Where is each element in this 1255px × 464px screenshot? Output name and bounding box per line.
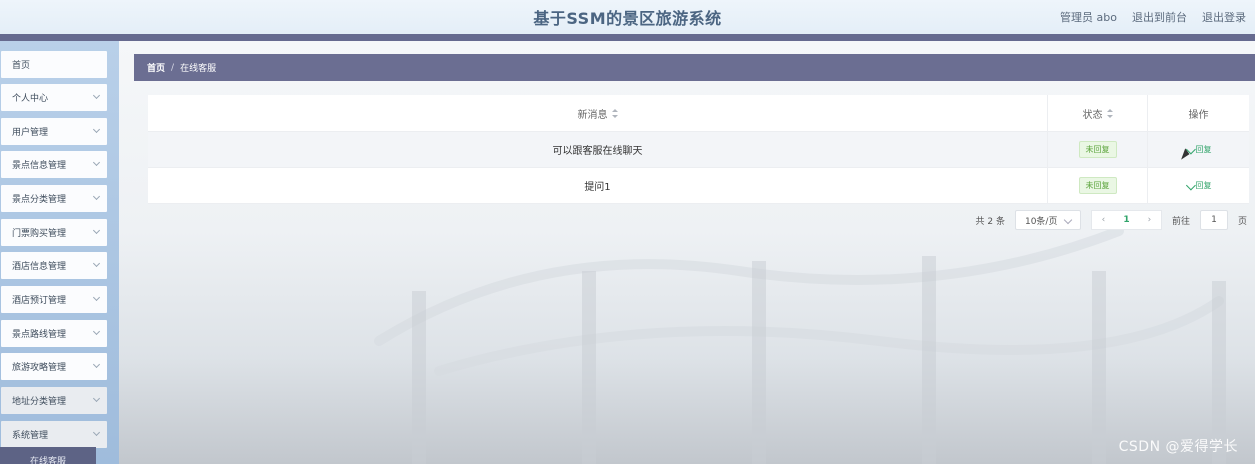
action-cell: 回复 [1148,132,1249,167]
column-header-action: 操作 [1148,95,1249,131]
sidebar-item-travel-guide[interactable]: 旅游攻略管理 [1,353,107,380]
status-badge: 未回复 [1078,141,1117,158]
sidebar-item-label: 酒店预订管理 [12,296,67,306]
column-header-label: 状态 [1082,109,1103,121]
back-to-front-link[interactable]: 退出到前台 [1132,9,1187,25]
sidebar-item-home[interactable]: 首页 [1,51,107,78]
sort-icon[interactable] [611,108,618,118]
header-divider [0,34,1255,41]
chevron-down-icon [92,293,101,302]
pagination: 共 2 条 10条/页 ‹ 1 › 前往 1 页 [976,210,1247,230]
header-links: 管理员 abo 退出到前台 退出登录 [1060,9,1246,25]
sidebar-item-label: 门票购买管理 [12,229,67,239]
sidebar-item-scenic-route[interactable]: 景点路线管理 [1,320,107,347]
sidebar-item-label: 旅游攻略管理 [12,363,67,373]
message-cell: 可以跟客服在线聊天 [148,132,1048,167]
sidebar-item-personal-center[interactable]: 个人中心 [1,84,107,111]
column-header-label: 操作 [1188,109,1209,121]
table-header-row: 新消息 状态 操作 [148,95,1249,132]
status-cell: 未回复 [1048,168,1148,203]
goto-page-input[interactable]: 1 [1199,210,1228,230]
page-number-current[interactable]: 1 [1115,215,1138,225]
reply-label: 回复 [1195,145,1212,154]
page-unit-label: 页 [1237,216,1247,227]
pagination-total: 共 2 条 [975,216,1005,227]
sidebar-item-hotel-info[interactable]: 酒店信息管理 [1,252,107,279]
column-header-status[interactable]: 状态 [1048,95,1148,131]
main-content: 首页 / 在线客服 新消息 状态 操作 可以跟客服在线聊天 未回复 回复 提问1… [119,41,1255,464]
logout-link[interactable]: 退出登录 [1202,9,1246,25]
page-size-value: 10条/页 [1024,216,1058,227]
chevron-down-icon [1063,215,1073,225]
chevron-down-icon [92,192,101,201]
breadcrumb-separator: / [171,62,175,73]
chevron-down-icon [92,428,101,437]
admin-user-link[interactable]: 管理员 abo [1060,9,1117,25]
reply-button[interactable]: 回复 [1185,180,1212,191]
chevron-down-icon [92,226,101,235]
table-row: 可以跟客服在线聊天 未回复 回复 [148,132,1249,168]
edit-icon [1185,180,1196,191]
sort-icon[interactable] [1106,108,1113,118]
sidebar-item-label: 景点路线管理 [12,330,67,340]
sidebar-item-scenic-info[interactable]: 景点信息管理 [1,151,107,178]
message-table: 新消息 状态 操作 可以跟客服在线聊天 未回复 回复 提问1 未回复 回复 [148,95,1249,204]
message-cell: 提问1 [148,168,1048,203]
sidebar: 首页 个人中心 用户管理 景点信息管理 景点分类管理 门票购买管理 酒店信息管理… [0,41,119,464]
column-header-message[interactable]: 新消息 [148,95,1048,131]
breadcrumb-current: 在线客服 [180,64,217,74]
sidebar-item-label: 景点分类管理 [12,195,67,205]
sidebar-item-system-management[interactable]: 系统管理 [1,421,107,448]
reply-label: 回复 [1195,181,1212,190]
status-badge: 未回复 [1078,177,1117,194]
sidebar-item-label: 酒店信息管理 [12,262,67,272]
chevron-down-icon [92,360,101,369]
sidebar-item-label: 首页 [12,61,31,71]
sidebar-item-label: 系统管理 [12,431,49,441]
prev-page-button[interactable]: ‹ [1092,215,1115,225]
watermark: CSDN @爱得学长 [1118,439,1238,455]
status-cell: 未回复 [1048,132,1148,167]
sidebar-item-label: 地址分类管理 [12,397,67,407]
sidebar-item-label: 用户管理 [12,128,49,138]
sidebar-item-user-management[interactable]: 用户管理 [1,118,107,145]
chevron-down-icon [92,91,101,100]
sidebar-item-address-category[interactable]: 地址分类管理 [1,387,107,414]
sidebar-item-ticket-purchase[interactable]: 门票购买管理 [1,219,107,246]
sidebar-item-hotel-booking[interactable]: 酒店预订管理 [1,286,107,313]
breadcrumb: 首页 / 在线客服 [134,54,1255,81]
sidebar-item-label: 个人中心 [12,94,49,104]
next-page-button[interactable]: › [1138,215,1161,225]
chevron-down-icon [92,394,101,403]
chevron-down-icon [92,259,101,268]
chevron-down-icon [92,125,101,134]
page-navigation: ‹ 1 › [1090,210,1162,230]
breadcrumb-home[interactable]: 首页 [147,61,165,74]
sidebar-item-label: 景点信息管理 [12,161,67,171]
action-cell: 回复 [1148,168,1249,203]
page-size-select[interactable]: 10条/页 [1014,210,1081,230]
sidebar-item-scenic-category[interactable]: 景点分类管理 [1,185,107,212]
chevron-down-icon [92,327,101,336]
goto-label: 前往 [1171,216,1190,227]
sidebar-subitem-online-service[interactable]: 在线客服 [0,447,96,464]
top-header: 基于SSM的景区旅游系统 管理员 abo 退出到前台 退出登录 [0,0,1255,34]
column-header-label: 新消息 [577,109,608,121]
table-row: 提问1 未回复 回复 [148,168,1249,204]
chevron-down-icon [92,158,101,167]
